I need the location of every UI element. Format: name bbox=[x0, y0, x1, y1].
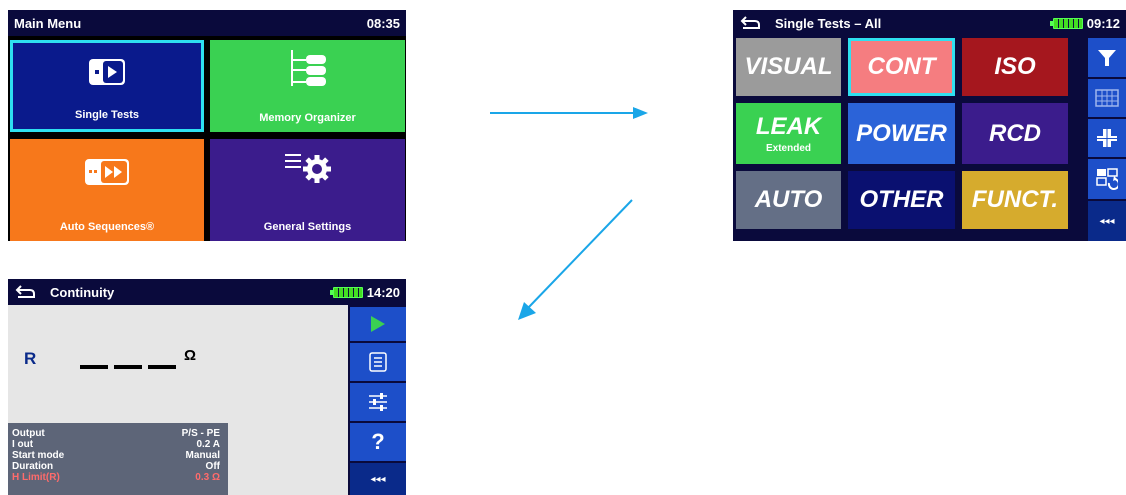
result-value-placeholder bbox=[80, 353, 176, 369]
arrow-right-icon bbox=[490, 107, 648, 119]
battery-icon bbox=[1049, 17, 1083, 29]
keypad-grid-icon bbox=[1095, 89, 1119, 107]
back-arrow-icon[interactable] bbox=[739, 15, 761, 31]
param-i-out-value: 0.2 A bbox=[196, 439, 220, 450]
measurement-panel: R Ω Output P/S - PE I out 0.2 A Start mo… bbox=[8, 305, 348, 495]
auto-sequences-tile[interactable]: Auto Sequences® bbox=[10, 139, 204, 241]
category-other[interactable]: OTHER bbox=[848, 171, 955, 229]
category-visual[interactable]: VISUAL bbox=[736, 38, 841, 96]
list-document-icon bbox=[369, 352, 387, 372]
category-leak-sublabel: Extended bbox=[765, 143, 811, 154]
results-list-button[interactable] bbox=[350, 343, 406, 381]
param-i-out-name: I out bbox=[12, 439, 34, 450]
param-output-value: P/S - PE bbox=[181, 428, 220, 439]
single-test-icon bbox=[89, 59, 125, 85]
clock: 09:12 bbox=[1086, 15, 1120, 31]
expand-button[interactable] bbox=[1088, 119, 1126, 157]
single-tests-screen: Single Tests – All 09:12 VISUAL CONT ISO… bbox=[733, 10, 1126, 241]
help-button[interactable]: ? bbox=[350, 423, 406, 461]
auto-sequences-label: Auto Sequences® bbox=[59, 221, 155, 233]
sliders-icon bbox=[369, 393, 387, 411]
param-output-name: Output bbox=[12, 428, 45, 439]
more-options-label: ◂◂◂ bbox=[1099, 215, 1115, 227]
filter-button[interactable] bbox=[1088, 38, 1126, 77]
clock: 08:35 bbox=[366, 15, 400, 31]
dash-segment bbox=[114, 365, 142, 369]
param-start-mode[interactable]: Start mode Manual bbox=[8, 450, 228, 461]
category-funct-label: FUNCT. bbox=[971, 186, 1059, 213]
param-h-limit[interactable]: H Limit(R) 0.3 Ω bbox=[8, 472, 228, 483]
play-icon bbox=[371, 316, 385, 332]
parameters-panel: Output P/S - PE I out 0.2 A Start mode M… bbox=[8, 423, 228, 495]
start-test-button[interactable] bbox=[350, 307, 406, 341]
settings-gear-icon bbox=[284, 154, 331, 183]
param-start-mode-value: Manual bbox=[185, 450, 220, 461]
parameters-button[interactable] bbox=[350, 383, 406, 421]
param-duration-name: Duration bbox=[12, 461, 54, 472]
continuity-screen: Continuity 14:20 R Ω Output P/S - PE I o… bbox=[8, 279, 406, 495]
category-auto-label: AUTO bbox=[754, 186, 823, 213]
param-output[interactable]: Output P/S - PE bbox=[8, 428, 228, 439]
single-tests-tile[interactable]: Single Tests bbox=[10, 40, 204, 132]
category-visual-label: VISUAL bbox=[744, 53, 833, 80]
continuity-header: Continuity 14:20 bbox=[8, 279, 406, 305]
category-leak-label: LEAK bbox=[755, 113, 822, 140]
category-power[interactable]: POWER bbox=[848, 103, 955, 164]
param-h-limit-value: 0.3 Ω bbox=[195, 472, 220, 483]
dash-segment bbox=[148, 365, 176, 369]
param-i-out[interactable]: I out 0.2 A bbox=[8, 439, 228, 450]
category-leak[interactable]: LEAK Extended bbox=[736, 103, 841, 164]
more-options-button[interactable]: ◂◂◂ bbox=[350, 463, 406, 495]
general-settings-tile[interactable]: General Settings bbox=[210, 139, 405, 241]
main-menu-header: Main Menu 08:35 bbox=[8, 10, 406, 36]
cross-expand-icon bbox=[1097, 129, 1117, 147]
category-cont-label: CONT bbox=[867, 53, 936, 80]
category-iso[interactable]: ISO bbox=[962, 38, 1068, 96]
help-question-icon: ? bbox=[371, 429, 385, 454]
main-menu-title: Main Menu bbox=[14, 15, 82, 31]
back-arrow-icon[interactable] bbox=[14, 284, 36, 300]
general-settings-label: General Settings bbox=[263, 221, 352, 233]
more-options-button[interactable]: ◂◂◂ bbox=[1088, 201, 1126, 241]
category-other-label: OTHER bbox=[859, 186, 944, 213]
single-tests-title: Single Tests – All bbox=[775, 15, 882, 31]
more-options-label: ◂◂◂ bbox=[370, 473, 386, 485]
continuity-title: Continuity bbox=[50, 284, 115, 300]
switch-layout-icon bbox=[1096, 168, 1118, 190]
result-label: R bbox=[24, 349, 37, 368]
category-auto[interactable]: AUTO bbox=[736, 171, 841, 229]
category-power-label: POWER bbox=[856, 119, 947, 147]
arrow-down-left-icon bbox=[518, 199, 633, 320]
memory-organizer-label: Memory Organizer bbox=[259, 112, 356, 124]
param-duration-value: Off bbox=[205, 461, 220, 472]
dash-segment bbox=[80, 365, 108, 369]
single-tests-label: Single Tests bbox=[75, 109, 139, 121]
category-cont[interactable]: CONT bbox=[848, 38, 955, 96]
category-funct[interactable]: FUNCT. bbox=[962, 171, 1068, 229]
clock: 14:20 bbox=[366, 284, 400, 300]
auto-sequence-icon bbox=[85, 159, 129, 185]
main-menu-screen: Main Menu 08:35 Single Tests Memory Orga… bbox=[8, 10, 406, 241]
single-tests-header: Single Tests – All 09:12 bbox=[733, 10, 1126, 36]
param-h-limit-name: H Limit(R) bbox=[12, 472, 60, 483]
keyboard-view-button[interactable] bbox=[1088, 79, 1126, 117]
category-rcd[interactable]: RCD bbox=[962, 103, 1068, 164]
battery-icon bbox=[329, 286, 363, 298]
memory-tree-icon bbox=[290, 50, 326, 86]
category-rcd-label: RCD bbox=[989, 119, 1041, 147]
param-duration[interactable]: Duration Off bbox=[8, 461, 228, 472]
category-iso-label: ISO bbox=[994, 53, 1036, 80]
param-start-mode-name: Start mode bbox=[12, 450, 65, 461]
switch-view-button[interactable] bbox=[1088, 159, 1126, 199]
result-unit: Ω bbox=[184, 347, 197, 364]
filter-funnel-icon bbox=[1098, 49, 1116, 66]
memory-organizer-tile[interactable]: Memory Organizer bbox=[210, 40, 405, 132]
